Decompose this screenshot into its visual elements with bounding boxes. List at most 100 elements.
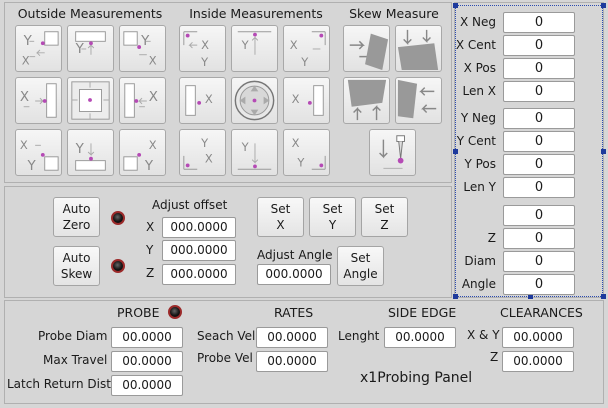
dro-value: 0 bbox=[503, 251, 575, 272]
probe-title: PROBE bbox=[117, 305, 160, 320]
outside-y-pos-edge-button[interactable]: Y bbox=[67, 129, 114, 176]
svg-text:X: X bbox=[205, 92, 213, 106]
probe-tool-icon bbox=[379, 135, 405, 169]
probe-vel-input[interactable]: 00.0000 bbox=[256, 351, 328, 372]
edge-probe-right-icon: X bbox=[20, 83, 57, 118]
side-edge-title: SIDE EDGE bbox=[388, 305, 457, 320]
dro-value: 0 bbox=[503, 228, 575, 249]
probe-vel-label: Probe Vel bbox=[197, 351, 253, 365]
max-travel-label: Max Travel bbox=[43, 353, 108, 367]
clearance-z-input[interactable]: 00.0000 bbox=[502, 351, 574, 372]
set-y-button[interactable]: Set Y bbox=[309, 197, 356, 237]
skew-probe-left-icon bbox=[397, 79, 437, 119]
search-vel-input[interactable]: 00.0000 bbox=[256, 327, 328, 348]
corner-probe-icon: XY bbox=[20, 138, 59, 174]
set-angle-label-1: Set bbox=[350, 251, 371, 265]
inside-x-pos-y-pos-corner-button[interactable]: XY bbox=[283, 129, 330, 176]
selection-handle bbox=[453, 3, 458, 8]
svg-text:X: X bbox=[292, 92, 300, 106]
set-z-button[interactable]: Set Z bbox=[361, 197, 408, 237]
dro-value: 0 bbox=[503, 154, 575, 175]
outside-y-neg-edge-button[interactable]: Y bbox=[67, 25, 114, 72]
auto-zero-label-1: Auto bbox=[62, 202, 91, 216]
dro-label: Len X bbox=[462, 84, 497, 98]
dro-value: 0 bbox=[503, 12, 575, 33]
skew-probe-up-icon bbox=[347, 79, 387, 121]
inside-y-pos-edge-button[interactable]: Y bbox=[231, 129, 278, 176]
svg-text:Y: Y bbox=[296, 155, 305, 169]
svg-text:X: X bbox=[205, 152, 213, 166]
set-x-label-1: Set bbox=[270, 202, 291, 216]
dro-label: Len Y bbox=[463, 180, 496, 194]
set-angle-button[interactable]: Set Angle bbox=[337, 246, 384, 286]
set-angle-label-2: Angle bbox=[343, 267, 378, 281]
svg-text:Y: Y bbox=[75, 142, 85, 157]
skew-x-pos-button[interactable] bbox=[395, 77, 442, 124]
dro-label: X Pos bbox=[463, 61, 496, 75]
inside-corner-icon: XY bbox=[292, 136, 326, 170]
inside-x-pos-edge-button[interactable]: X bbox=[283, 77, 330, 124]
inside-corner-icon: YX bbox=[183, 136, 213, 170]
selection-handle bbox=[453, 149, 458, 154]
dro-value: 0 bbox=[503, 205, 575, 226]
dro-label: Y Pos bbox=[464, 157, 496, 171]
inside-x-neg-edge-button[interactable]: X bbox=[179, 77, 226, 124]
inside-y-neg-edge-button[interactable]: Y bbox=[231, 25, 278, 72]
dro-value: 0 bbox=[503, 108, 575, 129]
skew-probe-right-icon bbox=[349, 33, 389, 71]
inside-center-bore-button[interactable] bbox=[231, 77, 278, 124]
offset-z-label: Z bbox=[146, 266, 155, 280]
outside-x-neg-edge-button[interactable]: X bbox=[15, 77, 62, 124]
edge-probe-up-icon: Y bbox=[75, 142, 106, 171]
clearances-title: CLEARANCES bbox=[500, 305, 583, 320]
inside-x-neg-y-pos-corner-button[interactable]: YX bbox=[179, 129, 226, 176]
max-travel-input[interactable]: 00.0000 bbox=[111, 351, 183, 372]
latch-return-label: Latch Return Dist bbox=[7, 377, 111, 391]
clearance-xy-input[interactable]: 00.0000 bbox=[502, 327, 574, 348]
svg-text:Y: Y bbox=[241, 140, 250, 154]
offset-x-input[interactable]: 000.0000 bbox=[162, 217, 236, 238]
auto-skew-led bbox=[111, 259, 125, 273]
svg-text:X: X bbox=[290, 38, 298, 52]
outside-center-button[interactable] bbox=[67, 77, 114, 124]
dro-label: Angle bbox=[461, 277, 496, 291]
outside-x-pos-y-pos-corner-button[interactable]: XY bbox=[119, 129, 166, 176]
svg-text:X: X bbox=[201, 38, 209, 52]
offset-z-input[interactable]: 000.0000 bbox=[162, 264, 236, 285]
offset-x-label: X bbox=[146, 220, 155, 234]
probe-diam-input[interactable]: 00.0000 bbox=[111, 327, 183, 348]
latch-return-input[interactable]: 00.0000 bbox=[111, 375, 183, 396]
offset-y-input[interactable]: 000.0000 bbox=[162, 240, 236, 261]
panel-title: x1Probing Panel bbox=[360, 370, 473, 386]
outside-x-pos-edge-button[interactable]: X bbox=[119, 77, 166, 124]
svg-text:Y: Y bbox=[200, 55, 209, 69]
side-edge-length-input[interactable]: 00.0000 bbox=[384, 327, 456, 348]
skew-y-neg-button[interactable] bbox=[395, 25, 442, 72]
dro-value: 0 bbox=[503, 131, 575, 152]
auto-skew-button[interactable]: Auto Skew bbox=[53, 246, 100, 286]
rates-title: RATES bbox=[274, 305, 314, 320]
outside-x-pos-y-neg-corner-button[interactable]: YX bbox=[119, 25, 166, 72]
set-y-label-1: Set bbox=[322, 202, 343, 216]
set-x-button[interactable]: Set X bbox=[257, 197, 304, 237]
set-x-label-2: X bbox=[276, 218, 285, 232]
set-y-label-2: Y bbox=[328, 218, 337, 232]
corner-probe-icon: XY bbox=[123, 138, 157, 174]
svg-text:X: X bbox=[22, 53, 30, 67]
search-vel-label: Seach Vel bbox=[197, 329, 256, 343]
svg-text:Y: Y bbox=[300, 55, 309, 69]
outside-x-neg-y-neg-corner-button[interactable]: YX bbox=[15, 25, 62, 72]
offset-y-label: Y bbox=[146, 243, 154, 257]
inside-x-neg-y-neg-corner-button[interactable]: XY bbox=[179, 25, 226, 72]
clearance-z-label: Z bbox=[490, 350, 499, 364]
skew-y-pos-button[interactable] bbox=[343, 77, 390, 124]
skew-x-neg-button[interactable] bbox=[343, 25, 390, 72]
dro-value: 0 bbox=[503, 81, 575, 102]
probe-z-button[interactable] bbox=[369, 129, 416, 176]
outside-measurements-title: Outside Measurements bbox=[17, 6, 163, 21]
angle-input[interactable]: 000.0000 bbox=[257, 264, 331, 285]
inside-x-pos-y-neg-corner-button[interactable]: XY bbox=[283, 25, 330, 72]
auto-zero-button[interactable]: Auto Zero bbox=[53, 197, 100, 237]
outside-x-neg-y-pos-corner-button[interactable]: XY bbox=[15, 129, 62, 176]
dro-label: X Cent bbox=[455, 38, 496, 52]
